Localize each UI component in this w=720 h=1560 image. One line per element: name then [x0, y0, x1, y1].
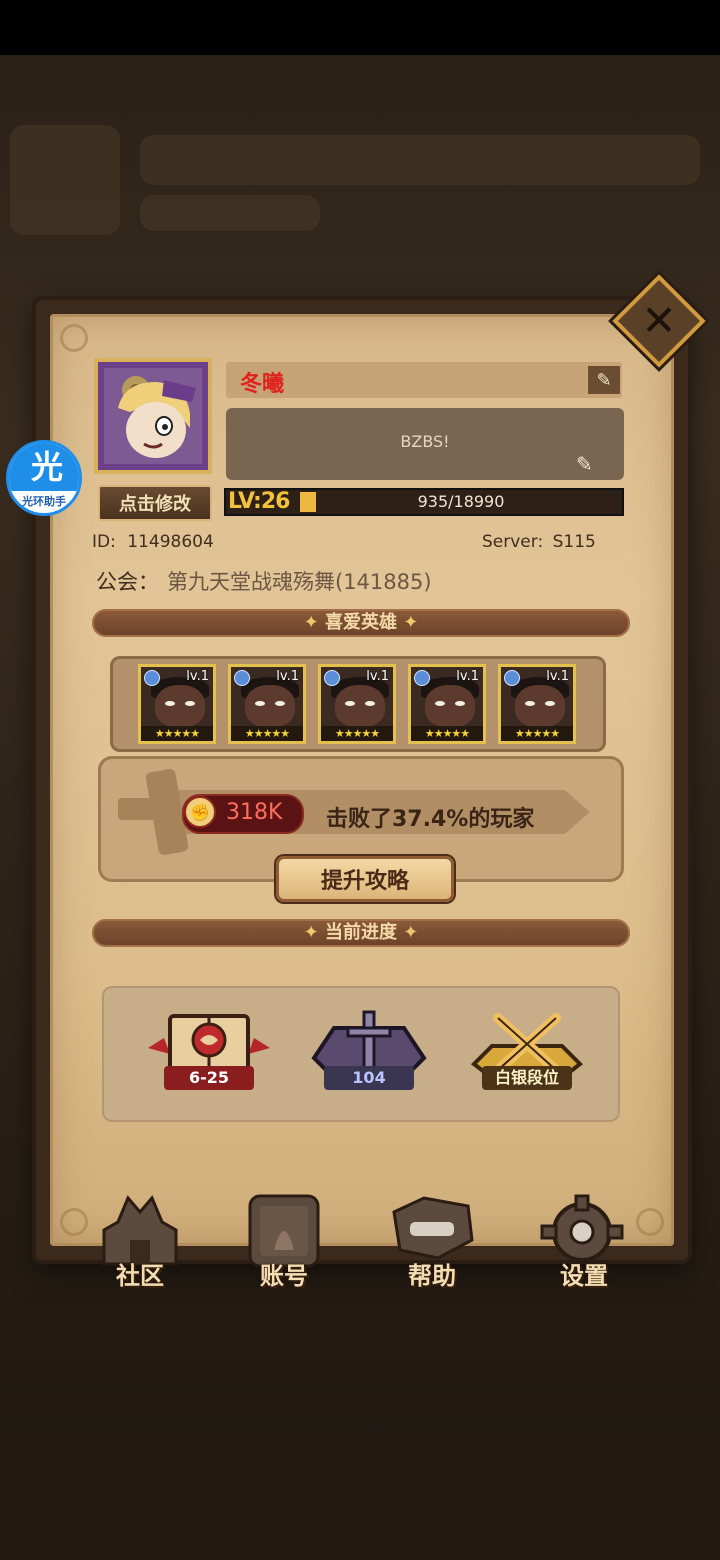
favorite-heroes-title: ✦ 喜爱英雄 ✦	[303, 612, 419, 633]
arena-rank-badge[interactable]: 白银段位	[462, 1008, 592, 1098]
water-element-icon	[144, 670, 160, 686]
water-element-icon	[504, 670, 520, 686]
hero-level: lv.1	[366, 669, 389, 684]
hero-level: lv.1	[186, 669, 209, 684]
power-value: 318K	[226, 800, 283, 825]
hero-face	[335, 685, 385, 727]
helper-glyph: 光	[9, 443, 79, 491]
help-label: 帮助	[408, 1262, 456, 1290]
pencil-icon[interactable]: ✎	[576, 452, 593, 476]
server-value: S115	[552, 532, 596, 552]
community-button[interactable]: 社区	[92, 1192, 188, 1294]
arena-rank-label: 白银段位	[482, 1066, 572, 1090]
name-bar	[226, 362, 622, 398]
player-id: ID: 11498604	[92, 532, 214, 552]
server-label: Server:	[482, 532, 544, 552]
hero-face	[245, 685, 295, 727]
tower-label: 104	[324, 1066, 414, 1090]
account-label: 账号	[260, 1262, 308, 1290]
hero-stars: ★★★★★	[411, 726, 483, 741]
blurred-bottom-bar	[0, 1430, 720, 1560]
improve-strategy-button[interactable]: 提升攻略	[276, 856, 454, 902]
guild-info[interactable]: 公会： 第九天堂战魂殇舞(141885)	[96, 566, 432, 596]
blurred-scene-element	[10, 125, 120, 235]
account-button[interactable]: 账号	[236, 1192, 332, 1294]
exp-text: 935/18990	[417, 492, 505, 511]
stage-label: 6-25	[164, 1066, 254, 1090]
hero-stars: ★★★★★	[231, 726, 303, 741]
helper-floating-button[interactable]: 光 光环助手	[6, 440, 82, 516]
player-name: 冬曦	[240, 372, 285, 397]
server-info: Server: S115	[482, 532, 596, 552]
edit-name-button[interactable]: ✎	[586, 364, 622, 396]
hero-card[interactable]: lv.1 ★★★★★	[228, 664, 306, 744]
help-button[interactable]: 帮助	[384, 1192, 480, 1294]
hero-card[interactable]: lv.1 ★★★★★	[498, 664, 576, 744]
sword-hilt	[118, 798, 162, 820]
hero-level: lv.1	[546, 669, 569, 684]
hero-face	[155, 685, 205, 727]
pencil-icon: ✎	[596, 369, 612, 391]
hero-stars: ★★★★★	[501, 726, 573, 741]
hero-level: lv.1	[276, 669, 299, 684]
defeat-text: 击败了37.4%的玩家	[326, 807, 535, 832]
settings-label: 设置	[560, 1262, 608, 1290]
signature-text: BZBS!	[400, 432, 450, 451]
blurred-scene-element	[140, 195, 320, 231]
hero-card[interactable]: lv.1 ★★★★★	[408, 664, 486, 744]
corner-ornament	[60, 324, 88, 352]
avatar[interactable]	[94, 358, 212, 474]
tower-progress-badge[interactable]: 104	[304, 1008, 434, 1098]
fist-icon: ✊	[184, 796, 216, 828]
water-element-icon	[414, 670, 430, 686]
edit-avatar-button[interactable]: 点击修改	[98, 485, 212, 521]
guild-label: 公会：	[96, 570, 159, 594]
status-bar	[0, 0, 720, 55]
community-label: 社区	[116, 1262, 164, 1290]
water-element-icon	[324, 670, 340, 686]
corner-ornament	[636, 1208, 664, 1236]
hero-stars: ★★★★★	[141, 726, 213, 741]
close-icon[interactable]: ✕	[626, 288, 692, 354]
hero-level: lv.1	[456, 669, 479, 684]
hero-face	[425, 685, 475, 727]
water-element-icon	[234, 670, 250, 686]
settings-button[interactable]: 设置	[536, 1192, 632, 1294]
hero-stars: ★★★★★	[321, 726, 393, 741]
level-label: LV:26	[228, 489, 290, 514]
blurred-scene-element	[140, 135, 700, 185]
current-progress-title: ✦ 当前进度 ✦	[303, 922, 419, 943]
hero-card[interactable]: lv.1 ★★★★★	[318, 664, 396, 744]
id-value: 11498604	[127, 532, 214, 552]
id-label: ID:	[92, 532, 116, 552]
avatar-character-icon	[104, 368, 202, 464]
hero-face	[515, 685, 565, 727]
stage-progress-badge[interactable]: 6-25	[144, 1008, 274, 1098]
avatar-portrait	[104, 368, 202, 464]
corner-ornament	[60, 1208, 88, 1236]
hero-card[interactable]: lv.1 ★★★★★	[138, 664, 216, 744]
helper-label: 光环助手	[22, 495, 66, 508]
guild-value: 第九天堂战魂殇舞(141885)	[167, 570, 432, 594]
